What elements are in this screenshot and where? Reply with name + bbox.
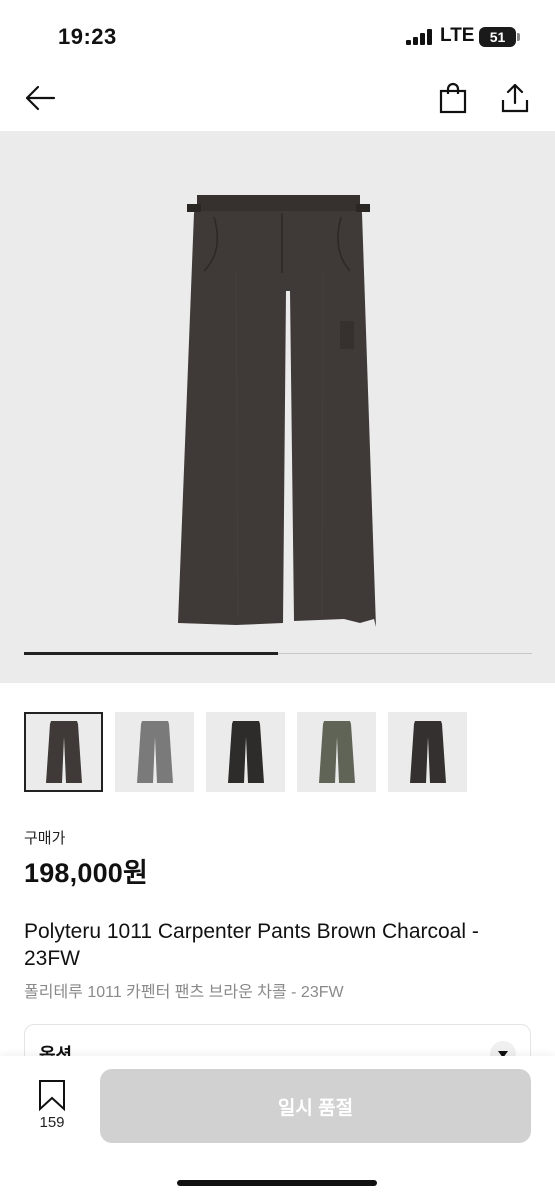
thumbnail-1[interactable] [24,712,103,792]
thumbnail-strip [24,712,467,792]
thumbnail-5[interactable] [388,712,467,792]
product-title: Polyteru 1011 Carpenter Pants Brown Char… [24,920,479,970]
signal-icon [406,29,432,45]
share-button[interactable] [497,80,533,116]
home-indicator [177,1180,377,1186]
back-button[interactable] [22,80,58,116]
bookmark-icon [39,1080,65,1112]
price-label: 구매가 [24,830,66,847]
thumbnail-pants-image [45,721,82,783]
network-label: LTE [440,25,475,46]
price-value: 198,000원 [24,858,149,888]
shopping-bag-icon [439,82,467,114]
wishlist-count: 159 [39,1114,65,1131]
thumbnail-pants-image [409,721,446,783]
thumbnail-pants-image [136,721,173,783]
share-icon [501,83,529,113]
thumbnail-pants-image [227,721,264,783]
product-subtitle: 폴리테루 1011 카펜터 팬츠 브라운 차콜 - 23FW [24,984,344,1001]
product-image [178,195,376,627]
battery-icon: 51 [479,27,516,47]
status-time: 19:23 [58,24,117,49]
wishlist-button[interactable]: 159 [30,1078,74,1134]
product-image-carousel[interactable] [0,131,555,683]
arrow-left-icon [25,85,56,111]
thumbnail-2[interactable] [115,712,194,792]
shopping-bag-button[interactable] [435,80,471,116]
thumbnail-pants-image [318,721,355,783]
carousel-progress-fill [24,652,278,655]
bottom-action-bar: 159 일시 품절 [0,1056,555,1200]
status-bar: 19:23 LTE 51 [0,0,555,70]
battery-cap [517,33,520,41]
soldout-button[interactable]: 일시 품절 [100,1069,531,1143]
thumbnail-4[interactable] [297,712,376,792]
thumbnail-3[interactable] [206,712,285,792]
